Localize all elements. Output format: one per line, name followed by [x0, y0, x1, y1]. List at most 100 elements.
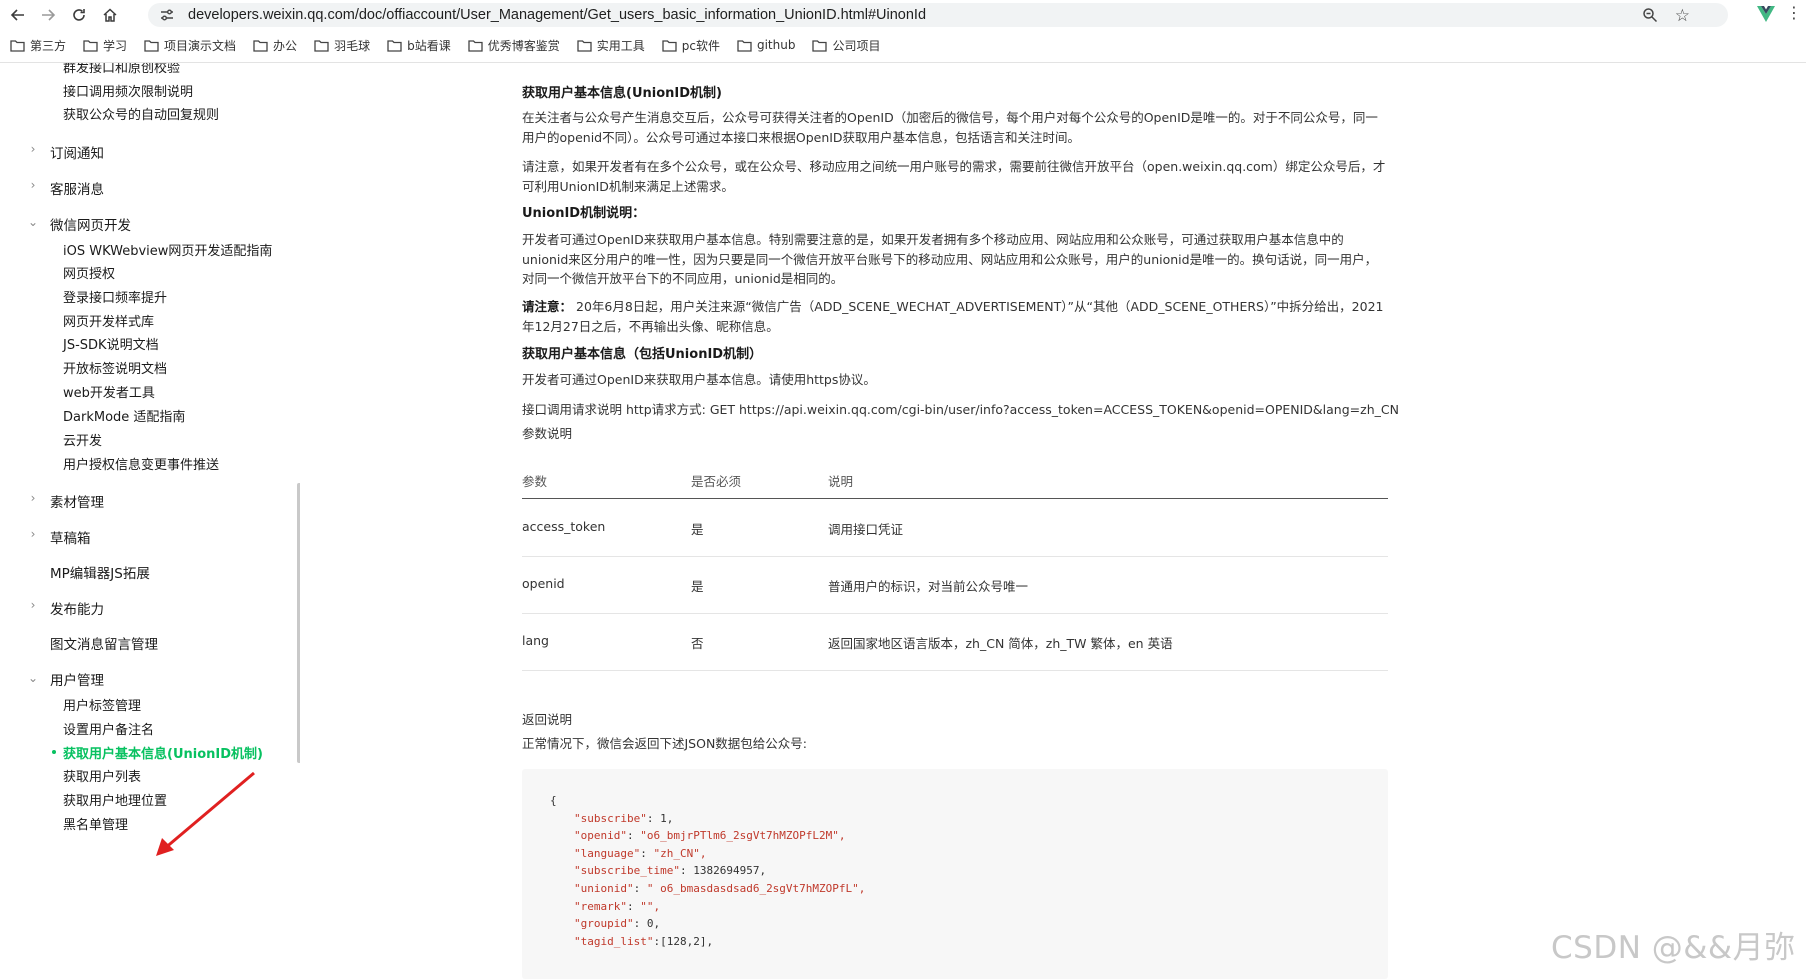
sidebar-group-material[interactable]: 素材管理: [50, 491, 104, 511]
url-text[interactable]: developers.weixin.qq.com/doc/offiaccount…: [188, 7, 926, 23]
sidebar-item[interactable]: 接口调用频次限制说明: [63, 81, 193, 100]
sidebar-item[interactable]: 获取公众号的自动回复规则: [63, 104, 219, 123]
address-bar[interactable]: developers.weixin.qq.com/doc/offiaccount…: [148, 3, 1728, 27]
column-header: 说明: [828, 474, 854, 489]
bookmark-item[interactable]: 项目演示文档: [144, 37, 236, 54]
unionid-heading: UnionID机制说明：: [522, 206, 646, 221]
sidebar-item[interactable]: 设置用户备注名: [63, 719, 154, 738]
sidebar-group-drafts[interactable]: 草稿箱: [50, 527, 91, 547]
sidebar-group-subscribe[interactable]: 订阅通知: [50, 142, 104, 162]
code-line: "tagid_list":[128,2],: [574, 932, 713, 952]
chevron-right-icon: ›: [30, 491, 36, 505]
sidebar-group-publish[interactable]: 发布能力: [50, 598, 104, 618]
sidebar-item[interactable]: 网页授权: [63, 263, 115, 282]
sidebar-item[interactable]: 网页开发样式库: [63, 311, 154, 330]
sidebar-item[interactable]: 登录接口频率提升: [63, 287, 167, 306]
bookmarks-bar: 第三方 学习 项目演示文档 办公 羽毛球 b站看课 优秀博客鉴赏 实用工具 pc软件 github…: [0, 34, 1806, 56]
sidebar-group-customer[interactable]: 客服消息: [50, 178, 104, 198]
code-line: {: [550, 794, 557, 807]
column-header: 参数: [522, 474, 548, 489]
note-label: 请注意：: [522, 299, 573, 314]
reload-icon[interactable]: [67, 4, 91, 26]
sidebar-item[interactable]: 开放标签说明文档: [63, 358, 167, 377]
chevron-right-icon: ›: [30, 178, 36, 192]
folder-icon: [737, 39, 752, 52]
forward-icon[interactable]: [36, 4, 60, 26]
table-cell: 调用接口凭证: [828, 522, 904, 537]
json-value: [128,2],: [660, 934, 714, 948]
page-title: 获取用户基本信息(UnionID机制): [522, 86, 722, 101]
sidebar-item[interactable]: web开发者工具: [63, 382, 155, 401]
bookmark-label: 办公: [273, 38, 298, 53]
intro-paragraph: 在关注者与公众号产生消息交互后，公众号可获得关注者的OpenID（加密后的微信号…: [522, 110, 1378, 145]
sidebar-item[interactable]: 云开发: [63, 430, 102, 449]
sidebar-group-webdev[interactable]: 微信网页开发: [50, 214, 131, 234]
bookmark-label: 优秀博客鉴赏: [487, 38, 560, 53]
bookmark-label: 第三方: [30, 38, 67, 53]
bookmark-item[interactable]: 学习: [83, 37, 127, 54]
sidebar-group-comments[interactable]: 图文消息留言管理: [50, 633, 158, 653]
json-colon: :: [679, 864, 687, 878]
sidebar-item[interactable]: 获取用户列表: [63, 766, 141, 785]
bookmark-label: 公司项目: [832, 38, 881, 53]
bookmark-item[interactable]: b站看课: [387, 37, 451, 54]
json-value: "o6_bmjrPTlm6_2sgVt7hMZOPfL2M",: [633, 829, 846, 843]
zoom-icon[interactable]: [1642, 7, 1658, 23]
chevron-right-icon: ›: [30, 527, 36, 541]
active-indicator-dot: [52, 750, 56, 754]
section-heading: 获取用户基本信息（包括UnionID机制）: [522, 347, 763, 362]
bookmark-star-icon[interactable]: ☆: [1675, 6, 1690, 26]
table-cell: access_token: [522, 519, 606, 534]
sidebar-item[interactable]: 用户授权信息变更事件推送: [63, 454, 219, 473]
bookmark-item[interactable]: pc软件: [662, 37, 720, 54]
sidebar-item-active[interactable]: 获取用户基本信息(UnionID机制): [63, 743, 263, 762]
table-cell: openid: [522, 576, 565, 591]
table-cell: 普通用户的标识，对当前公众号唯一: [828, 579, 1029, 594]
chevron-down-icon: ⌄: [27, 671, 39, 685]
sidebar-item[interactable]: 群发接口和原创校验: [63, 63, 180, 76]
bookmark-item[interactable]: 优秀博客鉴赏: [468, 37, 560, 54]
section-desc: 开发者可通过OpenID来获取用户基本信息。请使用https协议。: [522, 372, 876, 387]
return-desc: 正常情况下，微信会返回下述JSON数据包给公众号:: [522, 736, 808, 751]
bookmark-label: 羽毛球: [334, 38, 371, 53]
json-key: "language": [574, 846, 641, 860]
chevron-down-icon: ⌄: [27, 215, 39, 229]
bookmark-item[interactable]: 羽毛球: [314, 37, 370, 54]
bookmark-item[interactable]: 实用工具: [577, 37, 645, 54]
menu-more-icon[interactable]: ⋮: [1786, 3, 1802, 22]
vue-devtools-icon[interactable]: [1757, 6, 1775, 22]
home-icon[interactable]: [98, 4, 122, 26]
sidebar-group-mp-editor[interactable]: MP编辑器JS拓展: [50, 562, 150, 582]
table-row: access_token 是 调用接口凭证: [522, 500, 1388, 557]
sidebar-item[interactable]: JS-SDK说明文档: [63, 334, 159, 353]
browser-toolbar: developers.weixin.qq.com/doc/offiaccount…: [0, 0, 1806, 30]
json-key: "remark": [574, 899, 627, 913]
sidebar-scrollbar[interactable]: [297, 483, 300, 763]
folder-icon: [83, 39, 98, 52]
bookmark-item[interactable]: 公司项目: [812, 37, 880, 54]
sidebar-group-user-mgmt[interactable]: 用户管理: [50, 669, 104, 689]
json-value: 1,: [653, 811, 674, 825]
request-desc: 接口调用请求说明 http请求方式: GET https://api.weixi…: [522, 402, 1399, 417]
bookmark-item[interactable]: github: [737, 38, 795, 52]
table-header: 参数 是否必须 说明: [522, 455, 1388, 499]
sidebar-item[interactable]: DarkMode 适配指南: [63, 406, 185, 425]
bookmark-item[interactable]: 办公: [253, 37, 297, 54]
bookmark-label: github: [756, 38, 796, 52]
bookmark-item[interactable]: 第三方: [10, 37, 66, 54]
folder-icon: [10, 39, 25, 52]
note-text: 20年6月8日起，用户关注来源“微信广告（ADD_SCENE_WECHAT_AD…: [522, 299, 1384, 334]
sidebar-item[interactable]: 黑名单管理: [63, 814, 128, 833]
sidebar-item[interactable]: 用户标签管理: [63, 695, 141, 714]
sidebar-item[interactable]: iOS WKWebview网页开发适配指南: [63, 240, 272, 259]
bookmark-label: 学习: [103, 38, 128, 53]
json-colon: :: [626, 899, 634, 913]
json-code-block: {"subscribe": 1, "openid": "o6_bmjrPTlm6_…: [522, 769, 1388, 979]
folder-icon: [314, 39, 329, 52]
unionid-paragraph: 开发者可通过OpenID来获取用户基本信息。特别需要注意的是，如果开发者拥有多个…: [522, 232, 1378, 286]
json-colon: :: [626, 829, 634, 843]
chevron-right-icon: ›: [30, 142, 36, 156]
site-settings-icon[interactable]: [160, 8, 174, 22]
folder-icon: [812, 39, 828, 52]
back-icon[interactable]: [6, 4, 30, 26]
